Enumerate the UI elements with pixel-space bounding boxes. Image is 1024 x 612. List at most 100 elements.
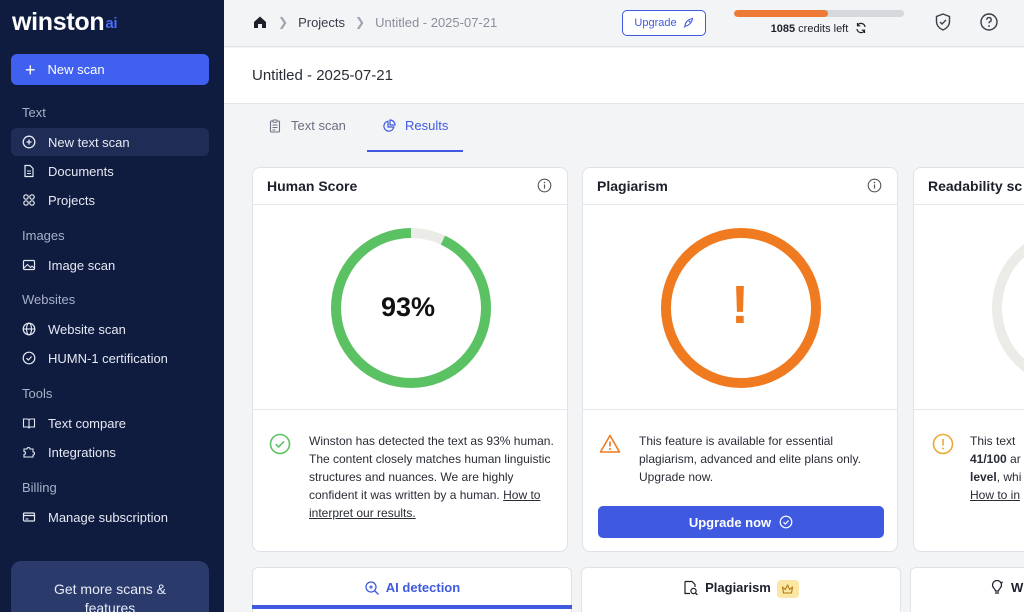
get-more-scans-promo[interactable]: Get more scans & features — [11, 561, 209, 612]
info-icon[interactable] — [867, 178, 882, 193]
new-scan-button[interactable]: + New scan — [11, 54, 209, 85]
sidebar-item-label: Documents — [48, 163, 114, 179]
sidebar-item-label: HUMN-1 certification — [48, 350, 168, 366]
credits-progress-fill — [734, 10, 828, 17]
results-tabs: Text scan Results — [224, 104, 1024, 152]
readability-line: ar — [1006, 452, 1021, 466]
page-header: Untitled - 2025-07-21 — [224, 48, 1024, 104]
sidebar-item-website-scan[interactable]: Website scan — [11, 315, 209, 343]
info-icon[interactable] — [537, 178, 552, 193]
sidebar-item-humn-1-certification[interactable]: HUMN-1 certification — [11, 344, 209, 372]
promo-line1: Get more scans & — [53, 581, 167, 597]
bottom-tab-plagiarism[interactable]: Plagiarism — [581, 567, 901, 612]
credits-meter: 1085 credits left — [734, 10, 904, 37]
sidebar: winstonai + New scan Text New text scan … — [0, 0, 224, 612]
help-icon[interactable] — [979, 12, 999, 32]
shield-check-icon[interactable] — [933, 12, 953, 32]
check-circle-icon — [269, 433, 291, 455]
readability-line: , whi — [996, 470, 1022, 484]
active-tab-indicator — [367, 150, 463, 152]
section-label-websites: Websites — [22, 292, 76, 307]
tab-results[interactable]: Results — [382, 118, 448, 133]
search-sparkle-icon — [365, 581, 379, 595]
upgrade-label: Upgrade — [634, 17, 677, 29]
sidebar-item-text-compare[interactable]: Text compare — [11, 409, 209, 437]
divider — [253, 409, 567, 410]
sidebar-item-projects[interactable]: Projects — [11, 186, 209, 214]
sidebar-item-label: Projects — [48, 192, 95, 208]
tab-text-scan[interactable]: Text scan — [268, 118, 346, 133]
breadcrumb-projects[interactable]: Projects — [298, 15, 345, 30]
document-icon — [22, 164, 36, 178]
credits-count: 1085 — [770, 23, 796, 35]
rocket-icon — [683, 17, 693, 28]
divider — [583, 409, 897, 410]
pie-chart-icon — [383, 118, 396, 132]
warning-triangle-icon — [599, 433, 621, 455]
check-circle-icon — [779, 515, 793, 529]
upgrade-now-button[interactable]: Upgrade now — [598, 506, 884, 538]
sidebar-item-image-scan[interactable]: Image scan — [11, 251, 209, 279]
active-bottom-tab-indicator — [252, 605, 572, 609]
new-scan-label: New scan — [47, 62, 105, 77]
readability-card: Readability sc This text 41/100 ar level… — [913, 167, 1024, 552]
image-icon — [22, 258, 36, 272]
readability-description: This text 41/100 ar level, whi How to in — [970, 432, 1024, 504]
tab-label: Results — [405, 118, 449, 133]
bottom-tab-label: AI detection — [385, 580, 461, 595]
human-score-description: Winston has detected the text as 93% hum… — [309, 432, 559, 522]
promo-line2: features — [84, 600, 136, 612]
page-title: Untitled - 2025-07-21 — [252, 67, 393, 84]
bottom-tab-label: Plagiarism — [705, 580, 771, 595]
upgrade-button[interactable]: Upgrade — [622, 10, 706, 36]
sidebar-item-label: Website scan — [48, 321, 126, 337]
bottom-tab-label: W — [1011, 580, 1024, 595]
breadcrumb: ❯ Projects ❯ Untitled - 2025-07-21 — [252, 14, 497, 30]
divider — [253, 204, 567, 205]
sidebar-item-documents[interactable]: Documents — [11, 157, 209, 185]
logo-text: winston — [12, 8, 105, 36]
globe-icon — [22, 322, 36, 336]
sidebar-item-integrations[interactable]: Integrations — [11, 438, 209, 466]
warning-exclamation: ! — [731, 275, 749, 335]
tab-label: Text scan — [291, 118, 346, 133]
sidebar-item-label: Integrations — [48, 444, 116, 460]
plus-circle-icon — [22, 135, 36, 149]
breadcrumb-current: Untitled - 2025-07-21 — [375, 14, 498, 30]
section-label-text: Text — [22, 105, 46, 120]
crown-icon — [776, 580, 799, 598]
credits-progress-bar — [734, 10, 904, 17]
plus-icon: + — [25, 59, 36, 80]
chevron-right-icon: ❯ — [355, 15, 366, 29]
sidebar-item-new-text-scan[interactable]: New text scan — [11, 128, 209, 156]
home-icon[interactable] — [252, 14, 268, 30]
credits-text: 1085 credits left — [734, 22, 904, 37]
readability-line: This text — [970, 434, 1016, 448]
refresh-icon[interactable] — [855, 22, 867, 37]
readability-link[interactable]: How to in — [970, 486, 1024, 504]
card-title: Human Score — [267, 178, 358, 194]
puzzle-icon — [22, 445, 36, 459]
card-title: Plagiarism — [597, 178, 668, 194]
upgrade-now-label: Upgrade now — [688, 514, 772, 530]
grid-icon — [22, 193, 36, 207]
human-score-value: 93% — [381, 292, 436, 322]
sidebar-item-label: Manage subscription — [48, 509, 168, 525]
warning-circle-icon — [932, 433, 954, 455]
card-title: Readability sc — [928, 178, 1023, 194]
document-search-icon — [684, 580, 698, 596]
plagiarism-card: Plagiarism ! This feature is available f… — [582, 167, 898, 552]
lightbulb-sparkle-icon — [991, 580, 1004, 594]
readability-score: 41/100 — [970, 452, 1007, 466]
section-label-billing: Billing — [22, 480, 57, 495]
winston-ai-logo[interactable]: winstonai — [12, 8, 118, 37]
logo-suffix: ai — [105, 15, 118, 32]
divider — [914, 409, 1024, 410]
sidebar-item-manage-subscription[interactable]: Manage subscription — [11, 503, 209, 531]
book-icon — [22, 416, 36, 430]
ring-track — [992, 244, 1024, 372]
plagiarism-description: This feature is available for essential … — [639, 434, 861, 484]
divider — [914, 204, 1024, 205]
chevron-right-icon: ❯ — [278, 15, 289, 29]
bottom-tab-writing[interactable]: W — [910, 567, 1024, 612]
